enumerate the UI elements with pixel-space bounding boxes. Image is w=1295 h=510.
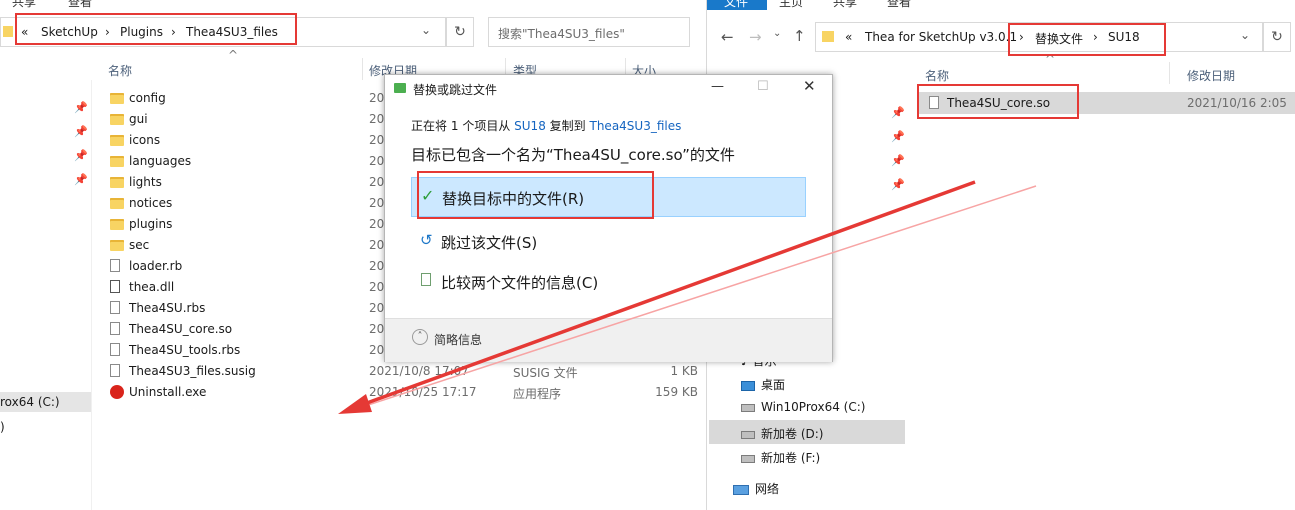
arrow-shaft bbox=[355, 180, 976, 409]
annotation-arrow bbox=[338, 180, 1037, 414]
arrow-head bbox=[338, 394, 372, 414]
faint-guide-line bbox=[349, 185, 1037, 412]
